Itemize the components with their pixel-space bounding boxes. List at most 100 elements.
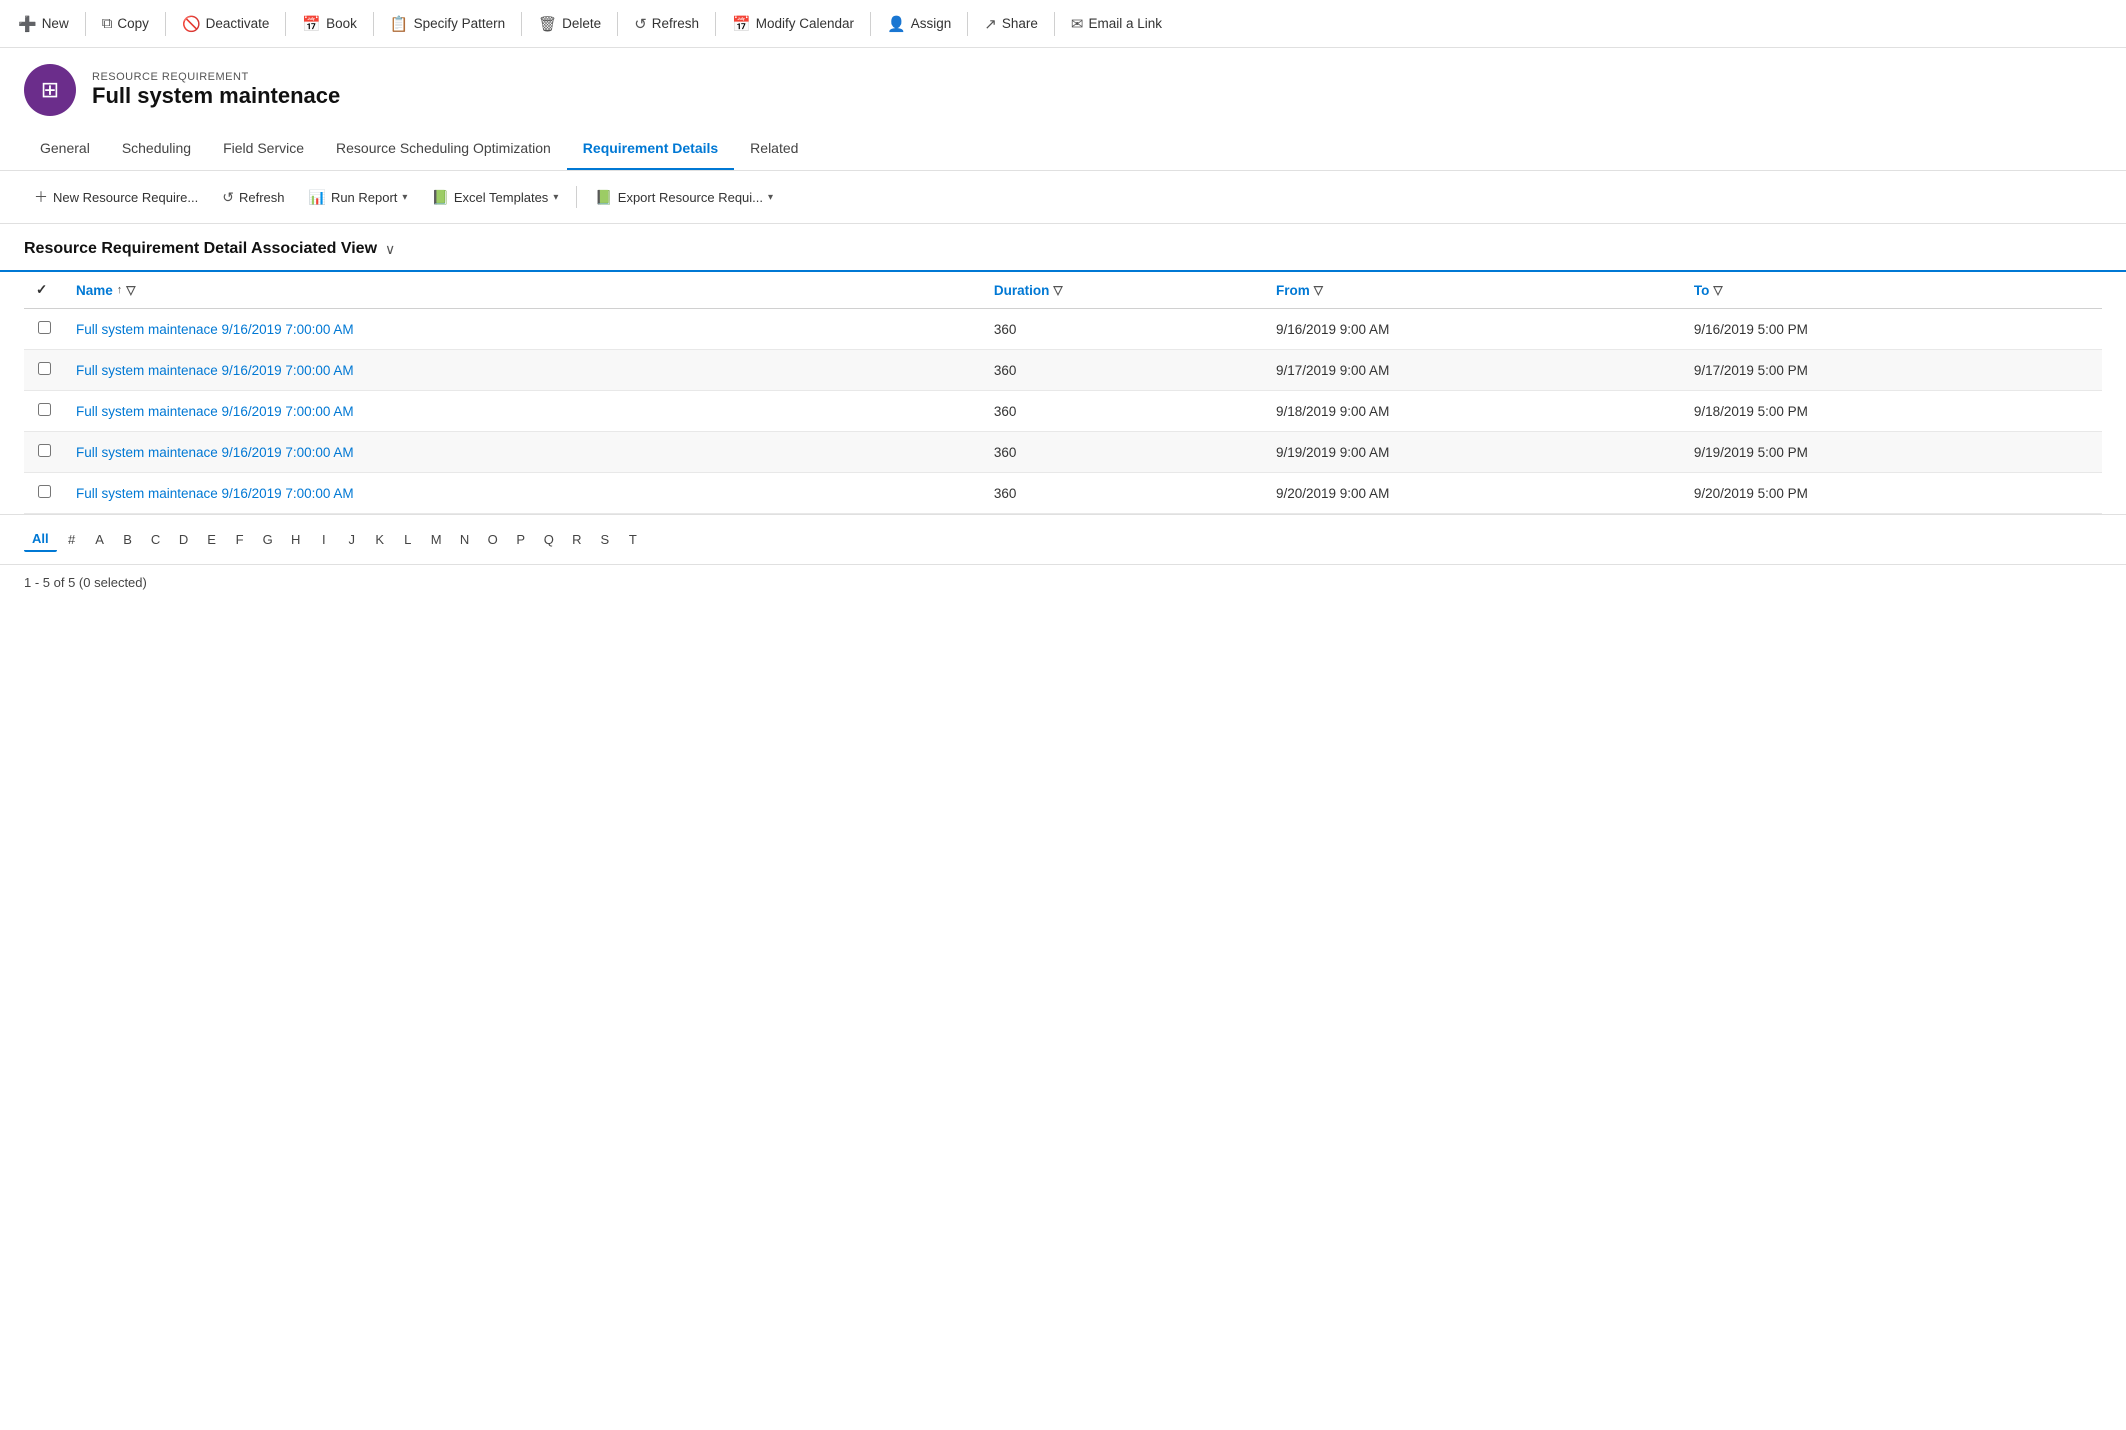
specify-pattern-button[interactable]: 📋Specify Pattern — [380, 9, 515, 39]
page-letter-c[interactable]: C — [143, 528, 169, 551]
row-from-0: 9/16/2019 9:00 AM — [1264, 309, 1682, 350]
table-row: Full system maintenace 9/16/2019 7:00:00… — [24, 473, 2102, 514]
entity-info: RESOURCE REQUIREMENT Full system mainten… — [92, 71, 340, 109]
book-button[interactable]: 📅Book — [292, 9, 366, 39]
assign-button[interactable]: 👤Assign — [877, 9, 961, 39]
refresh-icon: ↺ — [222, 189, 234, 206]
row-from-4: 9/20/2019 9:00 AM — [1264, 473, 1682, 514]
row-checkbox-2[interactable] — [24, 391, 64, 432]
checkbox-1[interactable] — [38, 362, 51, 375]
deactivate-label: Deactivate — [206, 16, 270, 31]
deactivate-button[interactable]: 🚫Deactivate — [172, 9, 279, 39]
from-column-header[interactable]: From ▽ — [1264, 272, 1682, 309]
checkbox-0[interactable] — [38, 321, 51, 334]
page-letter-i[interactable]: I — [311, 528, 337, 551]
checkbox-4[interactable] — [38, 485, 51, 498]
email-link-icon: ✉ — [1071, 15, 1084, 33]
to-filter-icon[interactable]: ▽ — [1713, 283, 1722, 297]
page-letter-o[interactable]: O — [480, 528, 506, 551]
entity-name: Full system maintenace — [92, 83, 340, 109]
duration-column-header[interactable]: Duration ▽ — [982, 272, 1264, 309]
page-letter-f[interactable]: F — [227, 528, 253, 551]
page-letter-d[interactable]: D — [171, 528, 197, 551]
data-table: ✓ Name ↑ ▽ Duration ▽ — [24, 272, 2102, 514]
tab-related[interactable]: Related — [734, 128, 814, 170]
modify-calendar-button[interactable]: 📅Modify Calendar — [722, 9, 864, 39]
toolbar-divider-6 — [715, 12, 716, 36]
row-name-link-1[interactable]: Full system maintenace 9/16/2019 7:00:00… — [76, 363, 354, 378]
new-label: New — [42, 16, 69, 31]
page-letter-j[interactable]: J — [339, 528, 365, 551]
row-checkbox-3[interactable] — [24, 432, 64, 473]
excel-templates-button[interactable]: 📗 Excel Templates ▾ — [421, 183, 568, 212]
page-letter-n[interactable]: N — [452, 528, 478, 551]
page-letter-b[interactable]: B — [115, 528, 141, 551]
sub-refresh-button[interactable]: ↺ Refresh — [212, 183, 294, 212]
row-duration-2: 360 — [982, 391, 1264, 432]
checkbox-3[interactable] — [38, 444, 51, 457]
toolbar-divider-0 — [85, 12, 86, 36]
page-letter-k[interactable]: K — [367, 528, 393, 551]
main-toolbar: ➕New ⧉Copy 🚫Deactivate 📅Book 📋Specify Patter… — [0, 0, 2126, 48]
row-name-link-3[interactable]: Full system maintenace 9/16/2019 7:00:00… — [76, 445, 354, 460]
table-row: Full system maintenace 9/16/2019 7:00:00… — [24, 350, 2102, 391]
to-column-header[interactable]: To ▽ — [1682, 272, 2102, 309]
export-button[interactable]: 📗 Export Resource Requi... ▾ — [585, 183, 783, 212]
page-letter-a[interactable]: A — [87, 528, 113, 551]
tab-requirement-details[interactable]: Requirement Details — [567, 128, 734, 170]
page-letter-#[interactable]: # — [59, 528, 85, 551]
run-report-chevron: ▾ — [402, 192, 407, 203]
email-link-button[interactable]: ✉ Email a Link — [1061, 9, 1172, 39]
assign-label: Assign — [911, 16, 952, 31]
page-letter-p[interactable]: P — [508, 528, 534, 551]
copy-button[interactable]: ⧉Copy — [92, 9, 159, 38]
entity-icon: ⊞ — [24, 64, 76, 116]
page-letter-r[interactable]: R — [564, 528, 590, 551]
tab-general[interactable]: General — [24, 128, 106, 170]
from-filter-icon[interactable]: ▽ — [1314, 283, 1323, 297]
name-filter-icon[interactable]: ▽ — [126, 283, 135, 297]
share-button[interactable]: ↗Share — [974, 9, 1048, 39]
row-duration-3: 360 — [982, 432, 1264, 473]
page-letter-all[interactable]: All — [24, 527, 57, 552]
row-checkbox-0[interactable] — [24, 309, 64, 350]
table-header-row: ✓ Name ↑ ▽ Duration ▽ — [24, 272, 2102, 309]
toolbar-divider-3 — [373, 12, 374, 36]
row-checkbox-4[interactable] — [24, 473, 64, 514]
row-name-link-4[interactable]: Full system maintenace 9/16/2019 7:00:00… — [76, 486, 354, 501]
row-to-4: 9/20/2019 5:00 PM — [1682, 473, 2102, 514]
page-letter-s[interactable]: S — [592, 528, 618, 551]
duration-filter-icon[interactable]: ▽ — [1053, 283, 1062, 297]
page-letter-g[interactable]: G — [255, 528, 281, 551]
view-chevron-icon[interactable]: ∨ — [385, 241, 395, 258]
name-sort-icon: ↑ — [117, 284, 123, 296]
page-letter-m[interactable]: M — [423, 528, 450, 551]
export-chevron: ▾ — [768, 192, 773, 203]
name-label: Name — [76, 283, 113, 298]
checkbox-2[interactable] — [38, 403, 51, 416]
row-name-link-2[interactable]: Full system maintenace 9/16/2019 7:00:00… — [76, 404, 354, 419]
name-column-header[interactable]: Name ↑ ▽ — [64, 272, 982, 309]
page-letter-q[interactable]: Q — [536, 528, 562, 551]
delete-button[interactable]: 🗑Delete — [528, 9, 611, 39]
toolbar-divider-8 — [967, 12, 968, 36]
book-icon: 📅 — [302, 15, 321, 33]
tab-rso[interactable]: Resource Scheduling Optimization — [320, 128, 567, 170]
row-name-link-0[interactable]: Full system maintenace 9/16/2019 7:00:00… — [76, 322, 354, 337]
page-letter-t[interactable]: T — [620, 528, 646, 551]
page-letter-e[interactable]: E — [199, 528, 225, 551]
modify-calendar-icon: 📅 — [732, 15, 751, 33]
row-checkbox-1[interactable] — [24, 350, 64, 391]
table-row: Full system maintenace 9/16/2019 7:00:00… — [24, 391, 2102, 432]
page-letter-h[interactable]: H — [283, 528, 309, 551]
run-report-button[interactable]: 📊 Run Report ▾ — [299, 183, 418, 212]
tab-scheduling[interactable]: Scheduling — [106, 128, 207, 170]
page-letter-l[interactable]: L — [395, 528, 421, 551]
new-button[interactable]: ➕New — [8, 9, 79, 39]
tab-field-service[interactable]: Field Service — [207, 128, 320, 170]
select-all-column[interactable]: ✓ — [24, 272, 64, 309]
run-report-icon: 📊 — [309, 189, 326, 206]
new-resource-button[interactable]: ＋ New Resource Require... — [24, 181, 208, 213]
email-link-label: Email a Link — [1088, 16, 1162, 31]
refresh-button[interactable]: ↺Refresh — [624, 9, 709, 39]
